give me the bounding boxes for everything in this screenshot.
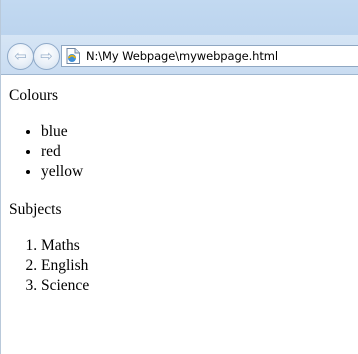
colours-list: blue red yellow [9,122,350,182]
forward-arrow-icon: ⇨ [40,47,53,65]
list-item: English [41,256,350,276]
browser-window: ⇦ ⇨ N:\My Webpage\mywebpage.html Colours… [0,0,358,354]
address-text: N:\My Webpage\mywebpage.html [86,49,278,63]
navigation-toolbar: ⇦ ⇨ N:\My Webpage\mywebpage.html [1,35,358,75]
colours-heading: Colours [9,87,59,104]
list-item: yellow [41,162,350,182]
back-button[interactable]: ⇦ [7,43,34,70]
back-arrow-icon: ⇦ [14,47,27,65]
forward-button[interactable]: ⇨ [33,43,60,70]
title-bar [1,0,358,35]
address-bar[interactable]: N:\My Webpage\mywebpage.html [61,45,358,67]
list-item: red [41,142,350,162]
list-item: Science [41,276,350,296]
list-item: blue [41,122,350,142]
page-content: Colours blue red yellow Subjects Maths E… [1,75,358,296]
subjects-list: Maths English Science [9,236,350,296]
subjects-heading: Subjects [9,201,62,218]
list-item: Maths [41,236,350,256]
html-file-icon [66,48,80,64]
